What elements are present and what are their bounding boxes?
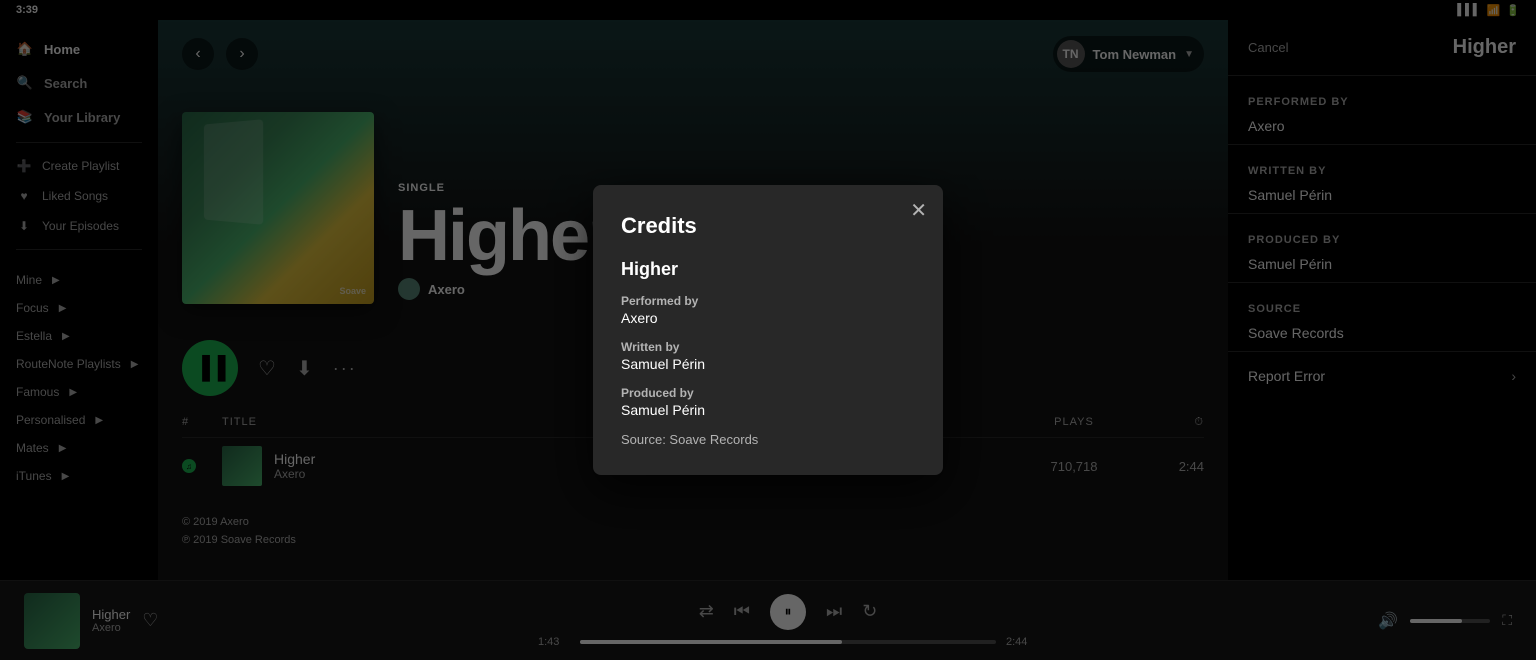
credit-written-by: Written by Samuel Périn (621, 340, 915, 372)
credit-written-by-name: Samuel Périn (621, 356, 915, 372)
modal-source: Source: Soave Records (621, 432, 915, 447)
credit-produced-by-role: Produced by (621, 386, 915, 400)
credit-produced-by: Produced by Samuel Périn (621, 386, 915, 418)
modal-song-title: Higher (621, 259, 915, 280)
credit-produced-by-name: Samuel Périn (621, 402, 915, 418)
modal-overlay[interactable]: ✕ Credits Higher Performed by Axero Writ… (0, 0, 1536, 660)
credits-modal: ✕ Credits Higher Performed by Axero Writ… (593, 185, 943, 475)
credit-performed-by-role: Performed by (621, 294, 915, 308)
modal-close-button[interactable]: ✕ (910, 201, 927, 221)
credit-performed-by-name: Axero (621, 310, 915, 326)
credit-performed-by: Performed by Axero (621, 294, 915, 326)
modal-title: Credits (621, 213, 915, 239)
credit-written-by-role: Written by (621, 340, 915, 354)
